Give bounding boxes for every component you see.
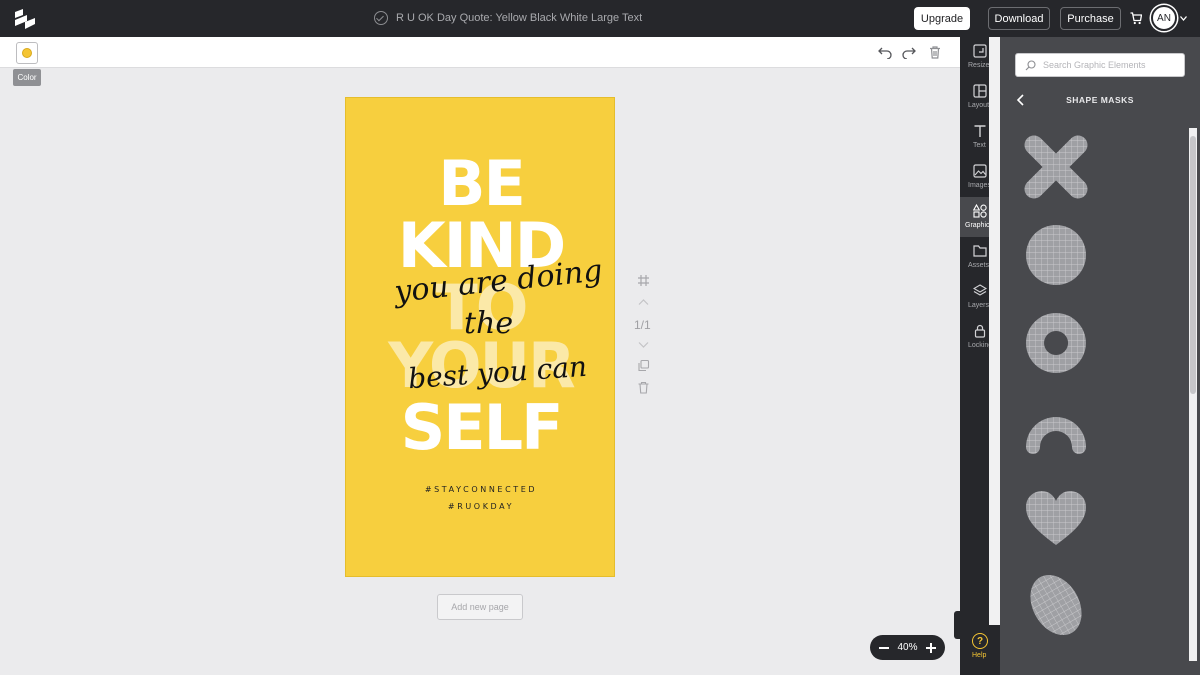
nav-label: Assets [968,262,990,269]
zoom-level: 40% [897,642,918,653]
nav-label: Text [973,142,986,149]
page-indicator: 1/1 [634,318,651,332]
lock-icon [974,324,986,338]
x-mask-shape[interactable] [1024,135,1088,199]
undo-icon[interactable] [878,45,892,59]
top-bar: R U OK Day Quote: Yellow Black White Lar… [0,0,1200,37]
panel-title: SHAPE MASKS [1066,95,1134,105]
images-icon [973,164,987,178]
layers-icon [973,284,987,296]
headline-word-self[interactable]: SELF [346,397,614,459]
redo-icon[interactable] [902,45,916,59]
purchase-button[interactable]: Purchase [1060,7,1121,30]
hashtag-stayconnected[interactable]: #STAYCONNECTED [346,485,614,494]
arch-mask-shape[interactable] [1024,399,1088,463]
headline-word-be[interactable]: BE [346,153,614,215]
layouts-icon [973,84,987,98]
text-icon [974,125,986,137]
editor-toolbar [0,37,960,68]
graphics-panel: SHAPE MASKS [1000,37,1200,675]
assets-icon [973,245,987,257]
design-canvas-page[interactable]: BE KIND TO YOUR SELF you are doing the b… [345,97,615,577]
circle-mask-shape[interactable] [1024,223,1088,287]
trash-icon[interactable] [637,381,650,394]
script-line-2[interactable]: the [464,306,513,341]
chevron-down-icon[interactable] [1180,16,1187,21]
color-tooltip: Color [13,69,41,86]
chevron-down-icon[interactable] [637,338,650,351]
nav-label: Resize [968,62,990,69]
zoom-control: 40% [870,635,945,660]
document-title[interactable]: R U OK Day Quote: Yellow Black White Lar… [396,12,642,24]
help-button[interactable]: ? Help [960,628,1000,675]
help-icon: ? [972,633,988,649]
add-new-page-button[interactable]: Add new page [437,594,523,620]
grid-icon[interactable] [637,274,650,287]
chevron-up-icon[interactable] [637,296,650,309]
upgrade-button[interactable]: Upgrade [914,7,970,30]
document-title-area: R U OK Day Quote: Yellow Black White Lar… [374,11,642,25]
sidenav-scrollbar[interactable] [989,37,1000,625]
color-picker-button[interactable] [16,42,38,64]
cart-icon[interactable] [1130,12,1142,25]
ring-mask-shape[interactable] [1024,311,1088,375]
search-icon [1025,60,1036,71]
zoom-in-button[interactable] [925,642,936,653]
hashtag-ruokday[interactable]: #RUOKDAY [346,502,614,511]
nav-label: Images [968,182,991,189]
color-dot [22,48,32,58]
search-graphic-elements-input[interactable] [1043,56,1181,74]
panel-scrollbar-thumb[interactable] [1190,136,1196,394]
resize-icon [973,44,987,58]
duplicate-icon[interactable] [637,359,650,372]
download-button[interactable]: Download [988,7,1050,30]
user-avatar[interactable]: AN [1151,5,1177,31]
trash-icon[interactable] [928,45,942,59]
nav-label: Layers [968,302,990,309]
help-label: Help [972,652,987,659]
search-box [1015,53,1185,77]
zoom-out-button[interactable] [879,643,889,653]
graphics-icon [973,204,987,218]
app-logo-icon[interactable] [13,8,37,30]
heart-mask-shape[interactable] [1024,487,1088,551]
saved-check-icon [374,11,388,25]
oval-mask-shape[interactable] [1024,573,1088,637]
